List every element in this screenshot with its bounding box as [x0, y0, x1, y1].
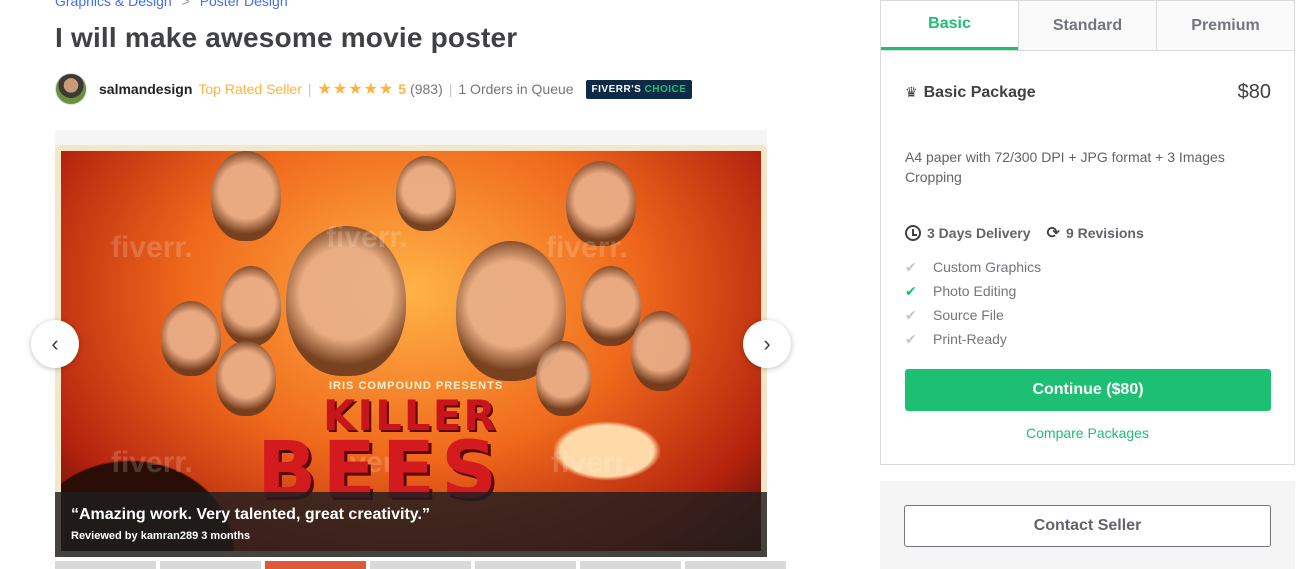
- watermark: fiverr.: [111, 231, 193, 264]
- poster-face: [631, 311, 691, 391]
- gallery-prev-button[interactable]: ‹: [31, 320, 79, 368]
- rating-stars-icon: ★★★★★: [317, 81, 395, 98]
- seller-avatar[interactable]: [55, 73, 87, 105]
- watermark: fiverr.: [326, 221, 408, 254]
- divider: |: [307, 81, 312, 97]
- check-icon: ✔: [905, 282, 917, 299]
- clock-icon: [905, 225, 921, 241]
- divider: |: [448, 81, 453, 97]
- thumbnail-strip: [55, 561, 786, 569]
- review-overlay: “Amazing work. Very talented, great crea…: [55, 492, 767, 557]
- package-description: A4 paper with 72/300 DPI + JPG format + …: [905, 149, 1225, 185]
- package-price: $80: [1237, 81, 1271, 103]
- breadcrumb-separator: >: [181, 0, 190, 9]
- seller-name[interactable]: salmandesign: [99, 81, 192, 97]
- thumbnail[interactable]: [160, 561, 261, 569]
- watermark: fiverr.: [111, 446, 193, 479]
- review-quote: “Amazing work. Very talented, great crea…: [71, 506, 430, 523]
- feature-label: Custom Graphics: [933, 259, 1042, 275]
- breadcrumb-item-graphics-design[interactable]: Graphics & Design: [55, 0, 172, 9]
- poster-face: [221, 266, 281, 346]
- feature-item: ✔ Custom Graphics: [905, 255, 1041, 279]
- feature-label: Source File: [933, 307, 1004, 323]
- feature-list: ✔ Custom Graphics ✔ Photo Editing ✔ Sour…: [905, 255, 1041, 351]
- orders-in-queue: 1 Orders in Queue: [458, 81, 574, 97]
- rating-score: 5: [398, 81, 407, 97]
- seller-overview: salmandesign Top Rated Seller | ★★★★★ 5 …: [55, 73, 693, 105]
- watermark: fiverr.: [546, 231, 628, 264]
- breadcrumb-item-poster-design[interactable]: Poster Design: [200, 0, 288, 9]
- page-title: I will make awesome movie poster: [55, 22, 518, 53]
- check-icon: ✔: [905, 330, 917, 347]
- delivery-label: 3 Days Delivery: [927, 225, 1031, 241]
- feature-label: Photo Editing: [933, 283, 1017, 299]
- feature-item: ✔ Source File: [905, 303, 1041, 327]
- poster-face: [216, 341, 276, 416]
- seller-level: Top Rated Seller: [198, 81, 302, 97]
- poster-face: [581, 266, 641, 346]
- package-meta: 3 Days Delivery ⟳ 9 Revisions: [905, 223, 1144, 243]
- rating-count[interactable]: (983): [410, 81, 443, 97]
- check-icon: ✔: [905, 258, 917, 275]
- gig-gallery: fiverr. fiverr. fiverr. fiverr. fiverr. …: [55, 130, 767, 557]
- gallery-next-button[interactable]: ›: [743, 320, 791, 368]
- breadcrumb: Graphics & Design > Poster Design: [55, 0, 288, 9]
- thumbnail[interactable]: [475, 561, 576, 569]
- feature-label: Print-Ready: [933, 331, 1007, 347]
- fiverrs-choice-badge: FIVERR'S CHOICE: [585, 79, 693, 99]
- thumbnail[interactable]: [370, 561, 471, 569]
- chevron-left-icon: ‹: [51, 331, 59, 356]
- package-card: Basic Standard Premium ♛ Basic Package $…: [880, 0, 1295, 465]
- thumbnail[interactable]: [580, 561, 681, 569]
- poster-face: [536, 341, 591, 416]
- delivery-time: 3 Days Delivery: [905, 223, 1031, 243]
- poster-face: [161, 301, 221, 376]
- thumbnail[interactable]: [55, 561, 156, 569]
- crown-icon: ♛: [905, 84, 918, 100]
- package-tabs: Basic Standard Premium: [881, 1, 1294, 51]
- feature-item: ✔ Print-Ready: [905, 327, 1041, 351]
- package-name: Basic Package: [923, 83, 1036, 101]
- revisions-label: 9 Revisions: [1065, 225, 1144, 241]
- package-header: ♛ Basic Package $80: [905, 81, 1271, 104]
- tab-basic[interactable]: Basic: [881, 1, 1018, 50]
- poster-face: [211, 151, 281, 241]
- package-name-row: ♛ Basic Package: [905, 84, 1036, 102]
- badge-suffix: CHOICE: [644, 83, 687, 95]
- contact-seller-button[interactable]: Contact Seller: [904, 505, 1271, 547]
- continue-button[interactable]: Continue ($80): [905, 369, 1271, 411]
- check-icon: ✔: [905, 306, 917, 323]
- badge-prefix: FIVERR'S: [591, 83, 642, 95]
- review-meta: Reviewed by kamran289 3 months: [71, 530, 251, 542]
- poster-face: [396, 156, 456, 231]
- thumbnail[interactable]: [685, 561, 786, 569]
- refresh-icon: ⟳: [1046, 225, 1060, 242]
- watermark: fiverr.: [551, 446, 633, 479]
- tab-standard[interactable]: Standard: [1018, 1, 1156, 50]
- feature-item: ✔ Photo Editing: [905, 279, 1041, 303]
- contact-card: Contact Seller: [880, 481, 1295, 569]
- chevron-right-icon: ›: [763, 331, 771, 356]
- thumbnail-active[interactable]: [265, 561, 366, 569]
- tab-premium[interactable]: Premium: [1156, 1, 1294, 50]
- compare-packages-link[interactable]: Compare Packages: [881, 425, 1294, 441]
- revisions: ⟳ 9 Revisions: [1047, 223, 1144, 243]
